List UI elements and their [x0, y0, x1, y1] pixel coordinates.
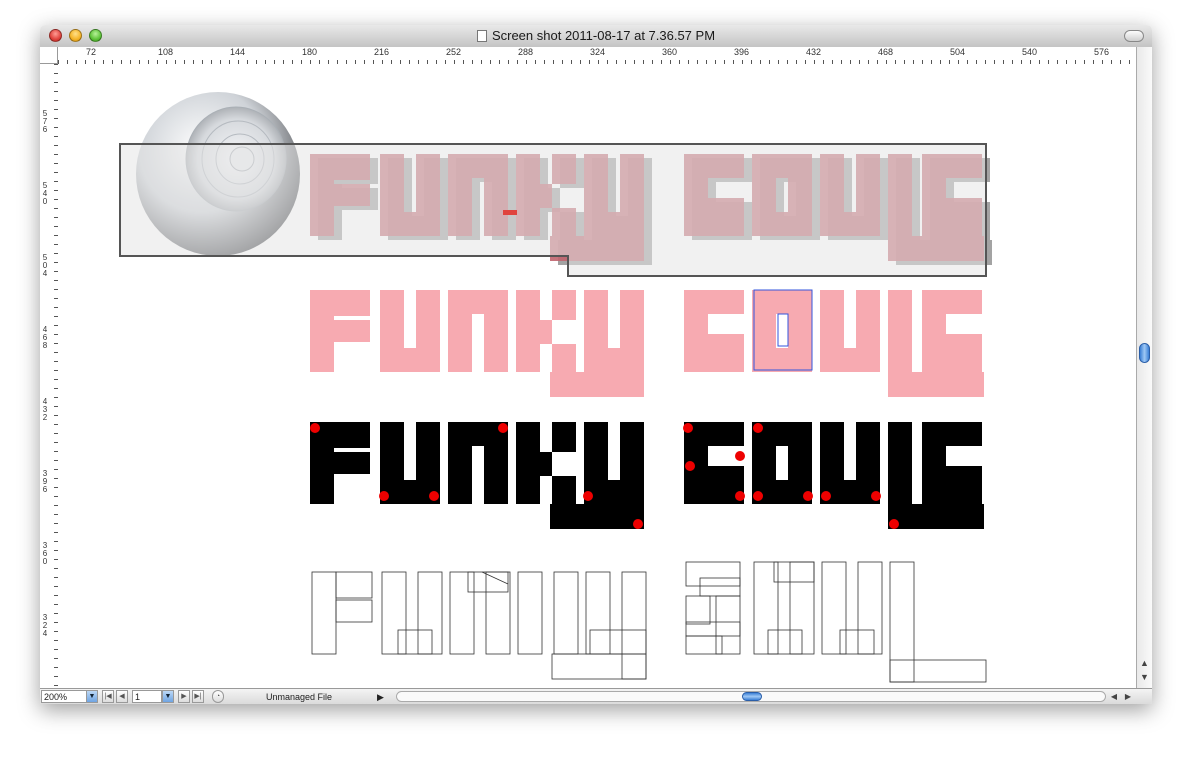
ruler-v-label: 0 — [42, 557, 48, 566]
wireframe-logo[interactable] — [311, 561, 987, 683]
selected-glyph-counter[interactable] — [777, 313, 789, 347]
ruler-h-label: 504 — [950, 47, 966, 57]
ruler-h-label: 576 — [1094, 47, 1110, 57]
vertical-scrollbar[interactable]: ▲ ▼ — [1136, 47, 1152, 688]
canvas[interactable] — [58, 64, 1136, 688]
ruler-h-label: 144 — [230, 47, 246, 57]
ruler-v-label: 6 — [42, 125, 48, 134]
ruler-h-label: 468 — [878, 47, 894, 57]
black-logo[interactable] — [310, 422, 984, 529]
horizontal-scroll-thumb[interactable] — [742, 692, 762, 701]
ruler-h-label: 72 — [86, 47, 97, 57]
selection-handle[interactable] — [503, 210, 517, 215]
scroll-up-arrow-icon[interactable]: ▲ — [1139, 657, 1150, 669]
first-page-icon[interactable]: |◀ — [102, 690, 114, 703]
status-menu-arrow-icon[interactable]: ▶ — [377, 691, 384, 703]
zoom-dropdown-icon[interactable]: ▼ — [86, 690, 98, 703]
ruler-h-label: 432 — [806, 47, 822, 57]
vertical-ruler-ticks — [54, 64, 58, 686]
window-title-wrap: Screen shot 2011-08-17 at 7.36.57 PM — [40, 25, 1152, 47]
ruler-v-label: 0 — [42, 197, 48, 206]
document-window: Screen shot 2011-08-17 at 7.36.57 PM 72 1… — [40, 25, 1152, 704]
ruler-h-label: 540 — [1022, 47, 1038, 57]
ruler-h-label: 108 — [158, 47, 174, 57]
window-title: Screen shot 2011-08-17 at 7.36.57 PM — [491, 28, 716, 43]
scroll-down-arrow-icon[interactable]: ▼ — [1139, 671, 1150, 683]
vertical-ruler[interactable]: 576540504468432396360324 — [40, 64, 59, 688]
toolbar-toggle-button[interactable] — [1124, 30, 1144, 42]
ruler-h-label: 324 — [590, 47, 606, 57]
ruler-origin[interactable] — [40, 47, 58, 64]
ruler-h-label: 360 — [662, 47, 678, 57]
version-cue-icon[interactable]: ◔ — [212, 690, 224, 703]
horizontal-scrollbar[interactable] — [396, 691, 1106, 702]
ruler-v-label: 4 — [42, 269, 48, 278]
last-page-icon[interactable]: ▶| — [192, 690, 204, 703]
status-bar: 200% ▼ |◀ ◀ 1 ▼ ▶ ▶| ◔ Unmanaged File ▶ … — [40, 688, 1152, 704]
artwork[interactable] — [58, 64, 1136, 688]
ruler-h-label: 288 — [518, 47, 534, 57]
ruler-h-label: 180 — [302, 47, 318, 57]
outline-shadow-logo[interactable] — [119, 143, 992, 277]
page-dropdown-icon[interactable]: ▼ — [162, 690, 174, 703]
ruler-v-label: 4 — [42, 629, 48, 638]
file-status-label: Unmanaged File — [266, 692, 333, 702]
selection-frame[interactable] — [119, 143, 987, 277]
ruler-h-label: 396 — [734, 47, 750, 57]
ruler-h-label: 252 — [446, 47, 462, 57]
document-proxy-icon[interactable] — [476, 30, 487, 42]
page-number-field[interactable]: 1 — [132, 690, 162, 703]
scroll-right-arrow-icon[interactable]: ▶ — [1122, 689, 1134, 704]
ruler-v-label: 2 — [42, 413, 48, 422]
zoom-field[interactable]: 200% — [41, 690, 87, 703]
prev-page-icon[interactable]: ◀ — [116, 690, 128, 703]
pink-logo[interactable] — [310, 290, 984, 397]
ruler-v-label: 8 — [42, 341, 48, 350]
ruler-h-label: 216 — [374, 47, 390, 57]
vertical-scroll-thumb[interactable] — [1139, 343, 1150, 363]
title-bar[interactable]: Screen shot 2011-08-17 at 7.36.57 PM — [40, 25, 1152, 48]
next-page-icon[interactable]: ▶ — [178, 690, 190, 703]
ruler-v-label: 6 — [42, 485, 48, 494]
scroll-left-arrow-icon[interactable]: ◀ — [1108, 689, 1120, 704]
horizontal-ruler[interactable]: 72 108 144 180 216 252 288 324 360 396 432 468 504 54… — [58, 47, 1136, 65]
